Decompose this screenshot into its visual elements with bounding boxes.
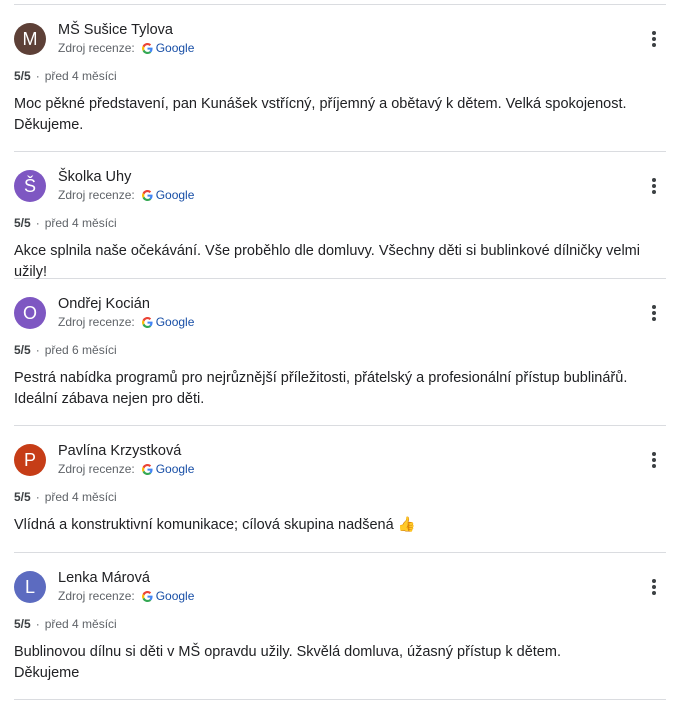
- more-options-icon[interactable]: [646, 450, 662, 470]
- google-g-icon: [141, 316, 153, 328]
- source-name[interactable]: Google: [156, 188, 195, 202]
- avatar[interactable]: P: [14, 444, 46, 476]
- rating: 5/5: [14, 216, 31, 230]
- review-source: Zdroj recenze: Google: [58, 188, 194, 202]
- review-time: před 6 měsíci: [44, 343, 117, 357]
- source-label: Zdroj recenze:: [58, 41, 135, 55]
- rating: 5/5: [14, 617, 31, 631]
- author-name[interactable]: Ondřej Kocián: [58, 296, 150, 312]
- review-text: Pestrá nabídka programů pro nejrůznější …: [14, 370, 628, 407]
- review-text: Akce splnila naše očekávání. Vše proběhl…: [14, 243, 640, 280]
- review-card: M MŠ Sušice Tylova Zdroj recenze: Google…: [14, 5, 666, 152]
- review-source: Zdroj recenze: Google: [58, 589, 194, 603]
- review-card: L Lenka Márová Zdroj recenze: Google 5/5…: [14, 553, 666, 700]
- source-name[interactable]: Google: [156, 41, 195, 55]
- avatar[interactable]: Š: [14, 170, 46, 202]
- author-name[interactable]: MŠ Sušice Tylova: [58, 22, 173, 38]
- separator-dot: ·: [35, 490, 40, 504]
- review-text: Vlídná a konstruktivní komunikace; cílov…: [14, 517, 416, 533]
- source-label: Zdroj recenze:: [58, 589, 135, 603]
- review-time: před 4 měsíci: [44, 69, 117, 83]
- source-label: Zdroj recenze:: [58, 315, 135, 329]
- review-source: Zdroj recenze: Google: [58, 315, 194, 329]
- avatar[interactable]: O: [14, 297, 46, 329]
- google-g-icon: [141, 590, 153, 602]
- rating: 5/5: [14, 490, 31, 504]
- avatar[interactable]: L: [14, 571, 46, 603]
- more-options-icon[interactable]: [646, 303, 662, 323]
- review-meta: 5/5 · před 4 měsíci: [14, 69, 117, 83]
- avatar[interactable]: M: [14, 23, 46, 55]
- review-meta: 5/5 · před 4 měsíci: [14, 617, 117, 631]
- more-options-icon[interactable]: [646, 577, 662, 597]
- review-meta: 5/5 · před 6 měsíci: [14, 343, 117, 357]
- source-name[interactable]: Google: [156, 589, 195, 603]
- more-options-icon[interactable]: [646, 29, 662, 49]
- separator-dot: ·: [35, 69, 40, 83]
- review-card: O Ondřej Kocián Zdroj recenze: Google 5/…: [14, 279, 666, 426]
- review-card: Š Školka Uhy Zdroj recenze: Google 5/5 · p…: [14, 152, 666, 280]
- review-text: Bublinovou dílnu si děti v MŠ opravdu už…: [14, 644, 561, 681]
- review-meta: 5/5 · před 4 měsíci: [14, 216, 117, 230]
- author-name[interactable]: Lenka Márová: [58, 570, 150, 586]
- review-meta: 5/5 · před 4 měsíci: [14, 490, 117, 504]
- source-label: Zdroj recenze:: [58, 462, 135, 476]
- author-name[interactable]: Školka Uhy: [58, 169, 131, 185]
- review-time: před 4 měsíci: [44, 617, 117, 631]
- separator-dot: ·: [35, 617, 40, 631]
- author-name[interactable]: Pavlína Krzystková: [58, 443, 181, 459]
- review-source: Zdroj recenze: Google: [58, 462, 194, 476]
- source-name[interactable]: Google: [156, 315, 195, 329]
- separator-dot: ·: [35, 216, 40, 230]
- rating: 5/5: [14, 343, 31, 357]
- source-name[interactable]: Google: [156, 462, 195, 476]
- review-source: Zdroj recenze: Google: [58, 41, 194, 55]
- source-label: Zdroj recenze:: [58, 188, 135, 202]
- review-time: před 4 měsíci: [44, 216, 117, 230]
- review-text: Moc pěkné představení, pan Kunášek vstří…: [14, 96, 627, 133]
- separator-dot: ·: [35, 343, 40, 357]
- google-g-icon: [141, 189, 153, 201]
- rating: 5/5: [14, 69, 31, 83]
- review-time: před 4 měsíci: [44, 490, 117, 504]
- google-g-icon: [141, 463, 153, 475]
- review-card: P Pavlína Krzystková Zdroj recenze: Goog…: [14, 426, 666, 553]
- google-g-icon: [141, 42, 153, 54]
- more-options-icon[interactable]: [646, 176, 662, 196]
